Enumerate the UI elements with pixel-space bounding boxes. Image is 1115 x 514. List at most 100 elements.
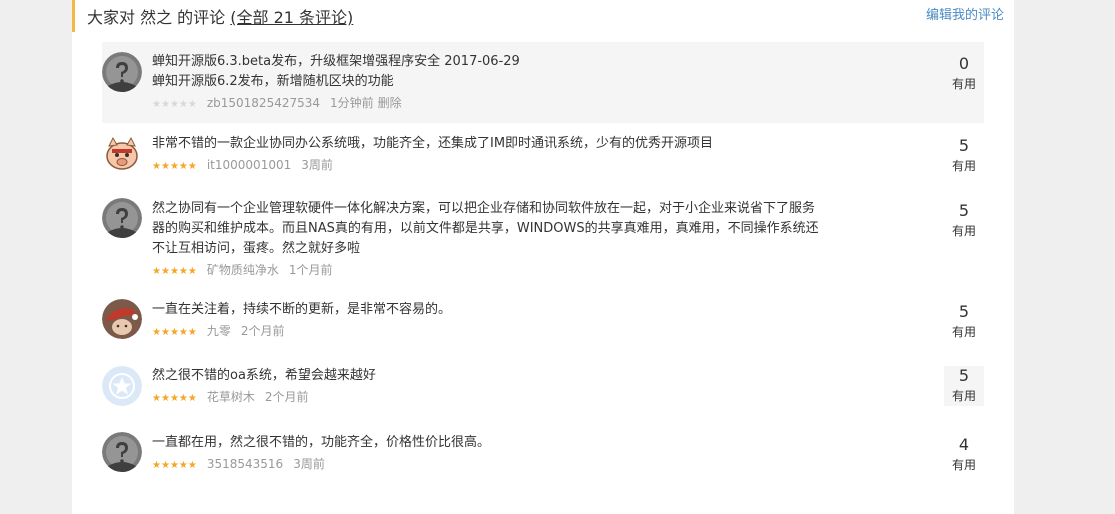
comment-author: 矿物质纯净水 — [206, 263, 279, 277]
star-icon: ★ — [160, 99, 170, 110]
comment-text: 然之很不错的oa系统，希望会越来越好 — [152, 366, 864, 386]
comment-line: 然之很不错的oa系统，希望会越来越好 — [152, 368, 376, 383]
star-icon: ★ — [152, 266, 161, 277]
comment-item: 非常不错的一款企业协同办公系统哦，功能齐全，还集成了IM即时通讯系统，少有的优秀… — [102, 123, 984, 183]
title-text: 大家对 然之 的评论 — [87, 8, 226, 27]
comment-item: 蝉知开源版6.3.beta发布，升级框架增强程序安全 2017-06-29 蝉知开… — [102, 42, 984, 123]
vote-count: 4 — [958, 435, 970, 454]
star-icon: ★ — [187, 161, 197, 172]
helpful-vote-button[interactable]: 0 有用 — [944, 54, 984, 94]
comment-meta: ★★★★★ 花草树木 2个月前 — [152, 388, 864, 405]
comment-text: 一直都在用，然之很不错的，功能齐全，价格性价比很高。 — [152, 433, 864, 453]
accent-bar — [72, 0, 75, 32]
comment-time: 1个月前 — [288, 263, 333, 277]
comment-line: 非常不错的一款企业协同办公系统哦，功能齐全，还集成了IM即时通讯系统，少有的优秀… — [152, 136, 714, 151]
default-avatar-icon[interactable] — [102, 198, 142, 238]
helpful-vote-button[interactable]: 5 有用 — [944, 136, 984, 176]
default-avatar-icon[interactable] — [102, 52, 142, 92]
rating-stars: ★★★★★ — [152, 266, 197, 277]
star-icon: ★ — [169, 161, 179, 172]
star-icon: ★ — [178, 161, 188, 172]
comments-title: 大家对 然之 的评论 (全部 21 条评论) — [87, 4, 353, 28]
star-icon: ★ — [178, 460, 188, 471]
helpful-vote-button[interactable]: 4 有用 — [944, 435, 984, 475]
all-comments-link[interactable]: (全部 21 条评论) — [230, 8, 353, 27]
comments-panel: 大家对 然之 的评论 (全部 21 条评论) 编辑我的评论 蝉知开源版6.3.b… — [72, 0, 1014, 514]
star-icon: ★ — [169, 327, 179, 338]
vote-count: 5 — [958, 136, 970, 155]
rating-stars: ★★★★★ — [152, 161, 197, 172]
comment-author: 九零 — [206, 324, 231, 338]
star-icon: ★ — [160, 460, 170, 471]
rating-stars: ★★★★★ — [152, 327, 197, 338]
comment-item: 一直在关注着，持续不断的更新，是非常不容易的。 ★★★★★ 九零 2个月前 5 有用 — [102, 290, 984, 348]
star-icon: ★ — [152, 327, 161, 338]
vote-label: 有用 — [951, 224, 976, 238]
comment-item: 然之很不错的oa系统，希望会越来越好 ★★★★★ 花草树木 2个月前 5 有用 — [102, 357, 984, 417]
comment-meta: ★★★★★ 3518543516 3周前 — [152, 455, 864, 472]
star-icon: ★ — [187, 266, 197, 277]
star-icon: ★ — [160, 327, 170, 338]
star-icon: ★ — [169, 266, 179, 277]
star-icon: ★ — [178, 393, 188, 404]
star-icon: ★ — [152, 460, 161, 471]
star-icon: ★ — [187, 393, 197, 404]
star-icon: ★ — [187, 460, 197, 471]
star-icon: ★ — [152, 99, 161, 110]
helpful-vote-button[interactable]: 5 有用 — [944, 201, 984, 241]
comment-content: 非常不错的一款企业协同办公系统哦，功能齐全，还集成了IM即时通讯系统，少有的优秀… — [152, 134, 864, 173]
comment-content: 蝉知开源版6.3.beta发布，升级框架增强程序安全 2017-06-29 蝉知开… — [152, 52, 864, 111]
vote-count: 5 — [958, 302, 970, 321]
comment-line: 然之协同有一个企业管理软硬件一体化解决方案，可以把企业存储和协同软件放在一起，对… — [152, 201, 816, 216]
comment-author: 花草树木 — [206, 390, 255, 404]
comment-line: 蝉知开源版6.3.beta发布，升级框架增强程序安全 2017-06-29 — [152, 54, 520, 69]
comment-meta: ★★★★★ 九零 2个月前 — [152, 322, 864, 339]
pig-avatar-icon[interactable] — [102, 134, 142, 174]
comment-meta: ★★★★★ zb1501825427534 1分钟前 删除 — [152, 94, 864, 111]
star-icon: ★ — [178, 99, 188, 110]
star-avatar-icon[interactable] — [102, 366, 142, 406]
comment-text: 一直在关注着，持续不断的更新，是非常不容易的。 — [152, 300, 864, 320]
comment-time: 2个月前 — [264, 390, 309, 404]
comment-content: 然之协同有一个企业管理软硬件一体化解决方案，可以把企业存储和协同软件放在一起，对… — [152, 199, 864, 278]
comment-text: 非常不错的一款企业协同办公系统哦，功能齐全，还集成了IM即时通讯系统，少有的优秀… — [152, 134, 864, 154]
star-icon: ★ — [169, 99, 179, 110]
star-icon: ★ — [160, 266, 170, 277]
comment-time: 2个月前 — [240, 324, 285, 338]
comment-item: 一直都在用，然之很不错的，功能齐全，价格性价比很高。 ★★★★★ 351854351… — [102, 423, 984, 483]
comment-text: 蝉知开源版6.3.beta发布，升级框架增强程序安全 2017-06-29 蝉知开… — [152, 52, 864, 92]
star-icon: ★ — [169, 393, 179, 404]
star-icon: ★ — [178, 266, 188, 277]
comment-line: 一直都在用，然之很不错的，功能齐全，价格性价比很高。 — [152, 435, 491, 450]
rating-stars: ★★★★★ — [152, 460, 197, 471]
delete-comment-link[interactable]: 删除 — [378, 96, 402, 110]
star-icon: ★ — [152, 393, 161, 404]
comment-content: 一直在关注着，持续不断的更新，是非常不容易的。 ★★★★★ 九零 2个月前 — [152, 300, 864, 339]
helpful-vote-button[interactable]: 5 有用 — [944, 366, 984, 406]
comment-line: 蝉知开源版6.2发布，新增随机区块的功能 — [152, 74, 394, 89]
comment-text: 然之协同有一个企业管理软硬件一体化解决方案，可以把企业存储和协同软件放在一起，对… — [152, 199, 864, 259]
edit-my-comment-link[interactable]: 编辑我的评论 — [926, 4, 1004, 23]
star-icon: ★ — [187, 99, 197, 110]
vote-label: 有用 — [951, 77, 976, 91]
comment-author: zb1501825427534 — [206, 96, 321, 110]
helpful-vote-button[interactable]: 5 有用 — [944, 302, 984, 342]
default-avatar-icon[interactable] — [102, 432, 142, 472]
comment-content: 一直都在用，然之很不错的，功能齐全，价格性价比很高。 ★★★★★ 351854351… — [152, 433, 864, 472]
vote-label: 有用 — [951, 458, 976, 472]
comment-time: 3周前 — [301, 158, 333, 172]
vote-label: 有用 — [951, 325, 976, 339]
photo-avatar-icon[interactable] — [102, 299, 142, 339]
comment-line: 一直在关注着，持续不断的更新，是非常不容易的。 — [152, 302, 452, 317]
comment-item: 然之协同有一个企业管理软硬件一体化解决方案，可以把企业存储和协同软件放在一起，对… — [102, 190, 984, 285]
star-icon: ★ — [178, 327, 188, 338]
comment-line: 不让互相访问，蛋疼。然之就好多啦 — [152, 241, 361, 256]
comment-meta: ★★★★★ 矿物质纯净水 1个月前 — [152, 261, 864, 278]
vote-count: 5 — [958, 366, 970, 385]
comment-line: 器的购买和维护成本。而且NAS真的有用，以前文件都是共享，WINDOWS的共享真… — [152, 221, 819, 236]
comment-author: 3518543516 — [206, 457, 284, 471]
comment-time: 3周前 — [293, 457, 325, 471]
rating-stars: ★★★★★ — [152, 99, 197, 110]
vote-count: 0 — [958, 54, 970, 73]
vote-count: 5 — [958, 201, 970, 220]
